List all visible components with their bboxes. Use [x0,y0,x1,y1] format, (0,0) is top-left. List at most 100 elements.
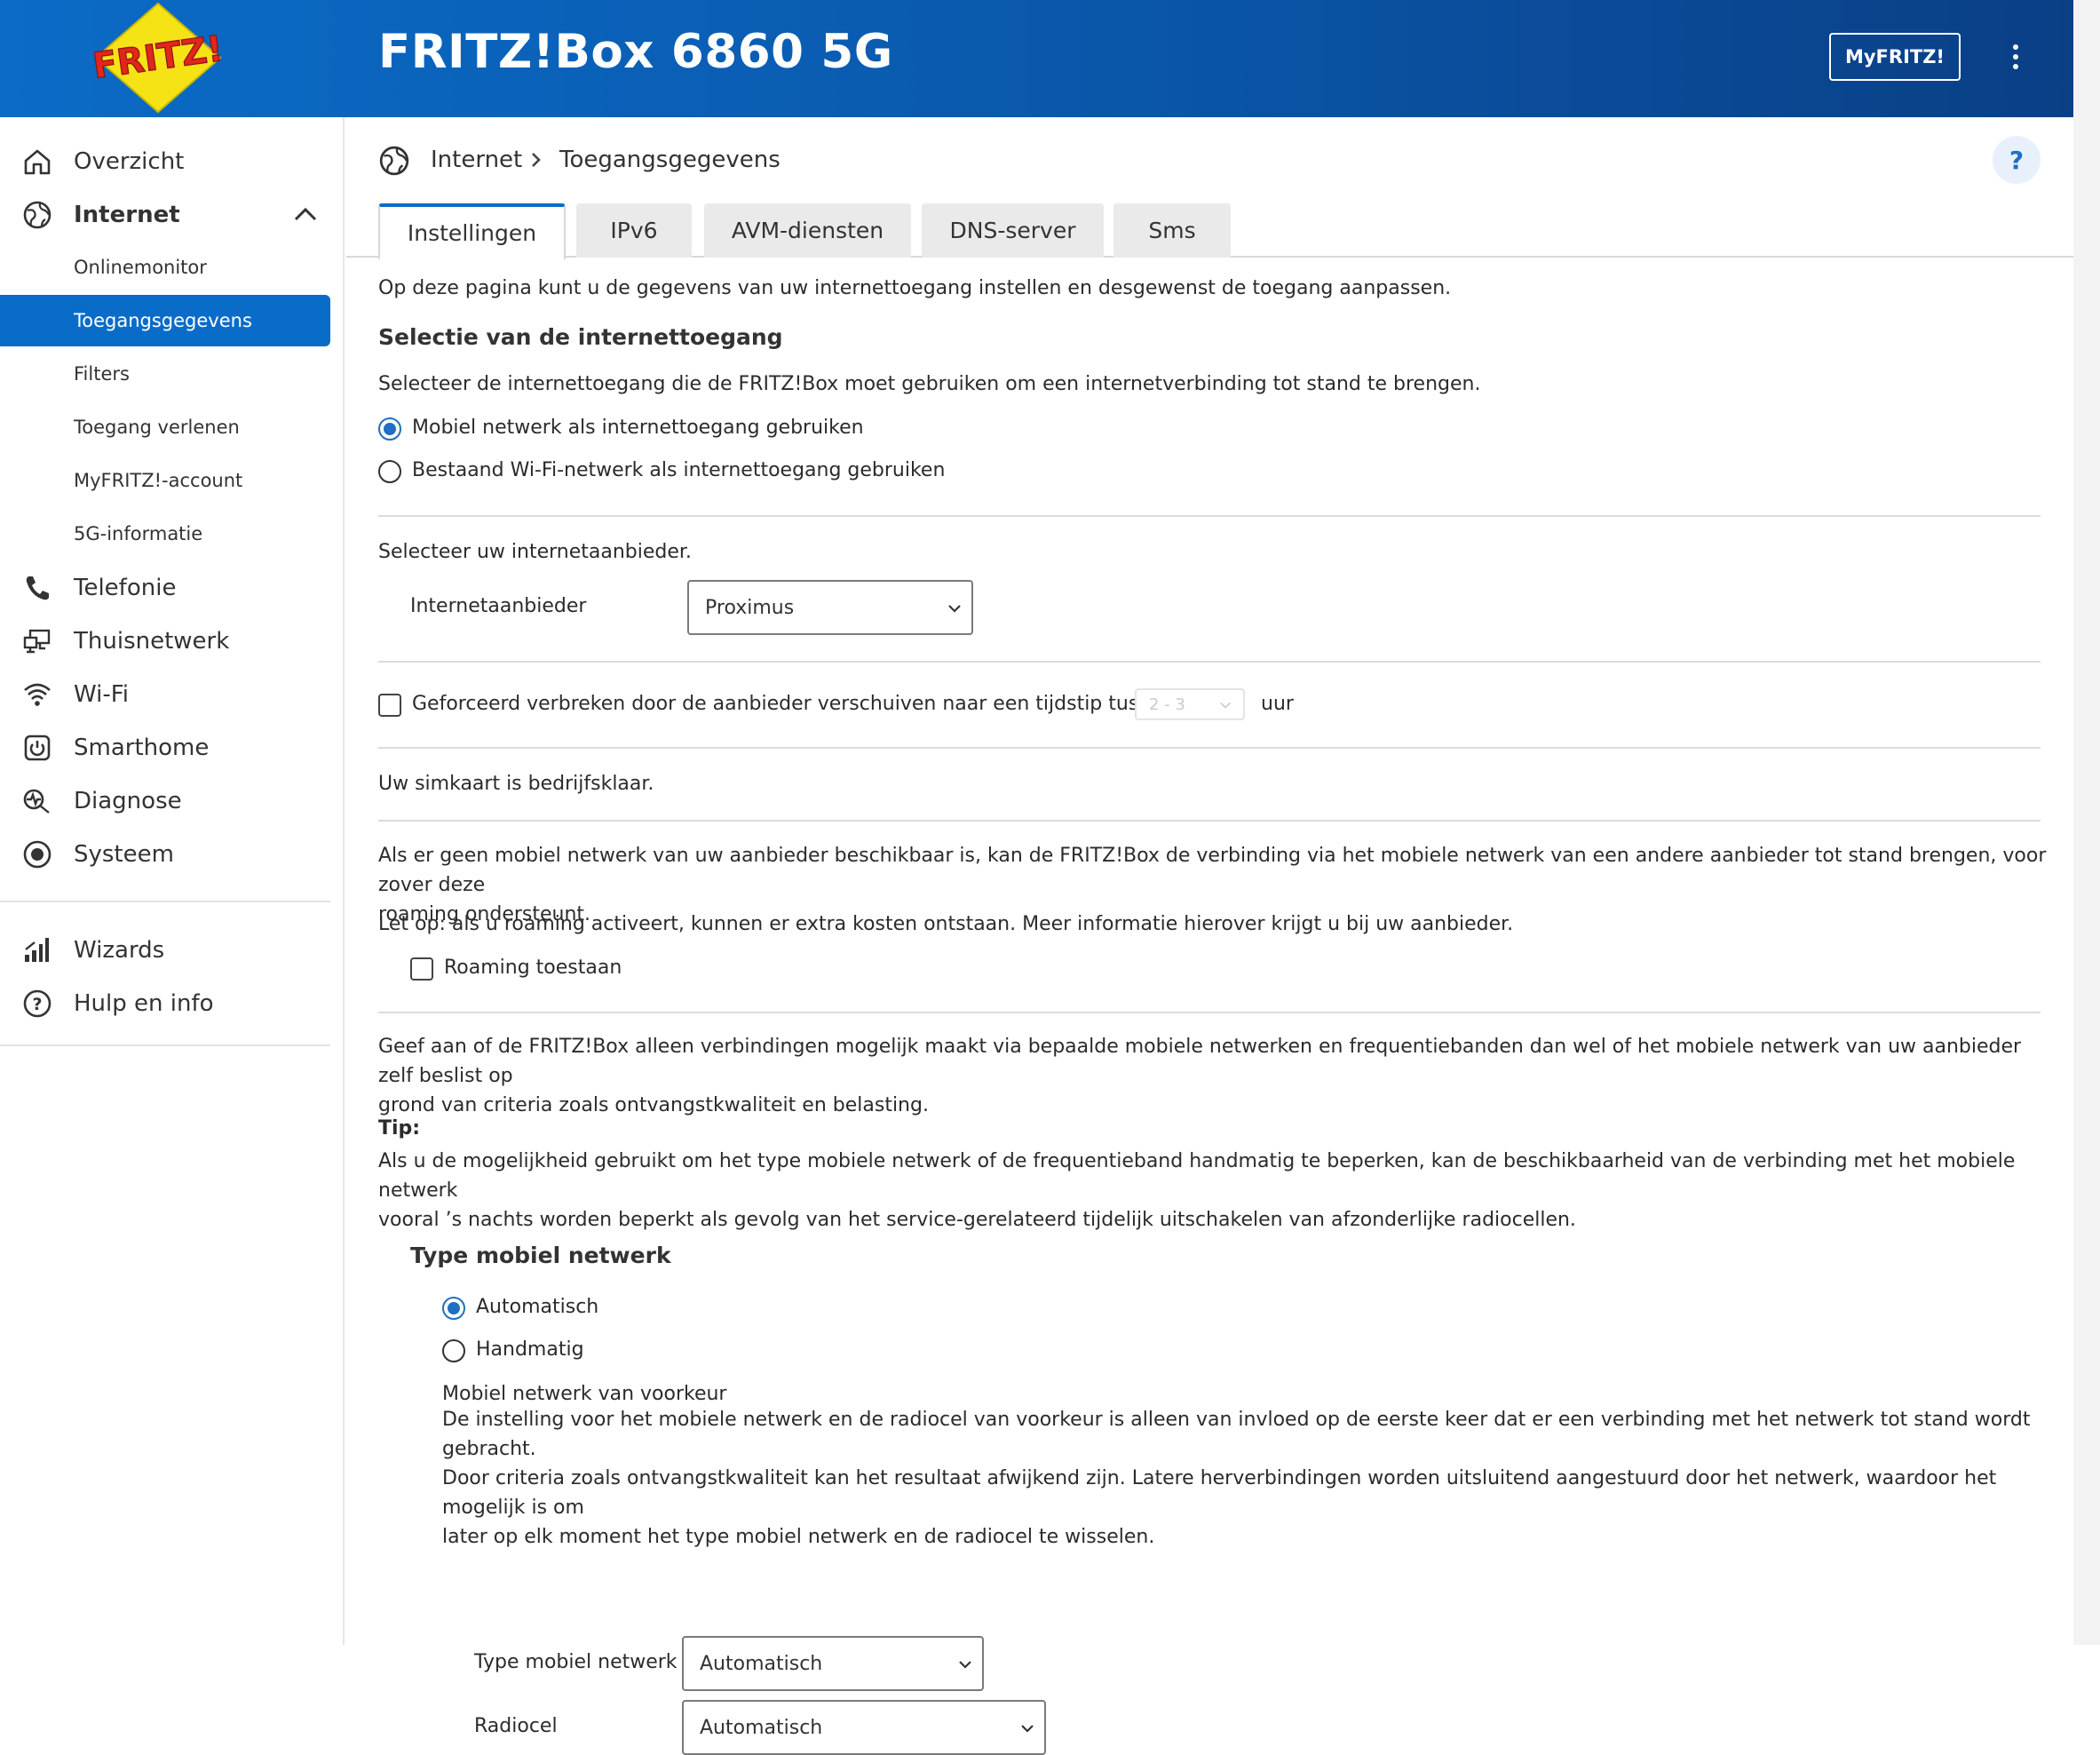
forced-disconnect-checkbox[interactable] [378,694,401,717]
sidebar-item-label: Wi-Fi [74,681,130,708]
help-button[interactable]: ? [1993,136,2041,184]
preferred-description-line: later op elk moment het type mobiel netw… [442,1526,1155,1548]
chevron-down-icon [957,1656,973,1672]
radio-network-manual-label[interactable]: Handmatig [476,1338,584,1361]
forced-disconnect-unit: uur [1261,693,1294,715]
forced-disconnect-label[interactable]: Geforceerd verbreken door de aanbieder v… [412,693,1173,715]
sidebar-item-hulp-en-info[interactable]: ? Hulp en info [0,977,345,1030]
radio-wifi-network-label[interactable]: Bestaand Wi-Fi-netwerk als internettoega… [412,459,945,481]
sidebar-item-overzicht[interactable]: Overzicht [0,135,345,188]
chevron-down-icon [947,600,963,615]
roaming-note: Let op: als u roaming activeert, kunnen … [378,913,1514,935]
tab-instellingen[interactable]: Instellingen [378,203,566,259]
intro-text: Op deze pagina kunt u de gegevens van uw… [378,277,1452,299]
sidebar-subitem-5g-informatie[interactable]: 5G-informatie [0,508,330,560]
provider-select[interactable]: Proximus [687,580,973,635]
forced-disconnect-time-value: 2 - 3 [1149,695,1185,714]
tip-text-line: vooral ’s nachts worden beperkt als gevo… [378,1209,1576,1231]
divider [378,820,2041,822]
sidebar-subitem-onlinemonitor[interactable]: Onlinemonitor [0,242,330,293]
tab-sms[interactable]: Sms [1113,203,1231,258]
divider [378,661,2041,663]
sidebar-item-diagnose[interactable]: Diagnose [0,774,345,828]
sidebar-item-label: Systeem [74,841,174,868]
divider [378,515,2041,517]
sidebar-item-label: Diagnose [74,788,182,814]
radio-mobile-network-label[interactable]: Mobiel netwerk als internettoegang gebru… [412,417,864,439]
diagnose-icon [21,785,53,817]
radio-wifi-network[interactable] [378,460,401,483]
myfritz-button[interactable]: MyFRITZ! [1829,33,1961,81]
sidebar-subitem-toegangsgegevens[interactable]: Toegangsgegevens [0,295,330,346]
sidebar-nav: Overzicht Internet Onlinemonitor Toegang… [0,117,345,1645]
breadcrumb-current-page: Toegangsgegevens [559,147,781,173]
sidebar-subitem-myfritz-account[interactable]: MyFRITZ!-account [0,455,330,506]
radio-mobile-network[interactable] [378,417,401,441]
sidebar-item-label: Overzicht [74,148,185,175]
tab-ipv6[interactable]: IPv6 [576,203,692,258]
sidebar-divider [0,1044,330,1046]
sim-status-text: Uw simkaart is bedrijfsklaar. [378,773,654,795]
preferred-network-heading: Mobiel netwerk van voorkeur [442,1383,727,1405]
network-icon [21,625,53,657]
breadcrumb-internet[interactable]: Internet [431,147,522,173]
home-icon [21,146,53,178]
chevron-down-icon [1019,1719,1035,1735]
sidebar-item-label: Hulp en info [74,990,214,1017]
sidebar-subitem-label: MyFRITZ!-account [74,470,243,491]
chevron-right-icon [529,147,543,179]
sidebar-item-label: Internet [74,202,180,228]
sidebar-item-smarthome[interactable]: Smarthome [0,721,345,774]
provider-label: Internetaanbieder [410,595,587,617]
network-type-select[interactable]: Automatisch [682,1636,984,1691]
radio-cell-select[interactable]: Automatisch [682,1700,1046,1755]
sidebar-subitem-label: Filters [74,363,130,385]
right-gutter [2073,0,2100,1645]
tip-text-line: Als u de mogelijkheid gebruikt om het ty… [378,1150,2016,1202]
help-circle-icon: ? [21,988,53,1020]
preferred-network-description: De instelling voor het mobiele netwerk e… [442,1405,2049,1552]
sidebar-item-label: Telefonie [74,575,177,601]
chevron-up-icon[interactable] [293,204,318,229]
divider [378,747,2041,749]
device-title: FRITZ!Box 6860 5G [378,25,893,79]
radio-cell-label: Radiocel [474,1715,558,1737]
sidebar-subitem-label: 5G-informatie [74,523,203,544]
globe-icon [21,199,53,231]
sidebar-item-telefonie[interactable]: Telefonie [0,561,345,615]
radio-network-automatic-label[interactable]: Automatisch [476,1296,598,1318]
sidebar-item-internet[interactable]: Internet [0,188,345,242]
sidebar-item-label: Smarthome [74,735,210,761]
sidebar-item-label: Thuisnetwerk [74,628,230,655]
sidebar-subitem-filters[interactable]: Filters [0,348,330,400]
sidebar-item-wizards[interactable]: Wizards [0,924,345,977]
provider-select-value: Proximus [705,596,795,619]
sidebar-subitem-toegang-verlenen[interactable]: Toegang verlenen [0,401,330,453]
more-menu-icon[interactable] [2002,39,2029,75]
svg-text:FRITZ!: FRITZ! [91,28,226,87]
roaming-label[interactable]: Roaming toestaan [444,957,622,979]
roaming-checkbox[interactable] [410,957,433,981]
chevron-down-icon [1218,698,1234,714]
fritz-logo[interactable]: FRITZ! [87,2,229,114]
tip-label: Tip: [378,1117,421,1140]
sidebar-subitem-label: Toegang verlenen [74,417,240,438]
bands-description-line: Geef aan of de FRITZ!Box alleen verbindi… [378,1036,2022,1087]
tab-dns-server[interactable]: DNS-server [922,203,1104,258]
phone-icon [21,572,53,604]
tab-avm-diensten[interactable]: AVM-diensten [704,203,911,258]
radio-network-automatic[interactable] [442,1297,465,1320]
sidebar-item-wifi[interactable]: Wi-Fi [0,668,345,721]
provider-prompt: Selecteer uw internetaanbieder. [378,541,692,563]
sidebar-item-systeem[interactable]: Systeem [0,828,345,881]
network-type-heading: Type mobiel netwerk [410,1243,671,1268]
forced-disconnect-time-select[interactable]: 2 - 3 [1135,688,1245,720]
access-description: Selecteer de internettoegang die de FRIT… [378,373,1481,395]
radio-network-manual[interactable] [442,1339,465,1362]
preferred-description-line: Door criteria zoals ontvangstkwaliteit k… [442,1467,1997,1519]
wifi-icon [21,679,53,711]
main-content: Internet Toegangsgegevens ? Instellingen… [346,117,2073,1755]
smarthome-icon [21,732,53,764]
svg-text:?: ? [32,995,42,1014]
sidebar-item-thuisnetwerk[interactable]: Thuisnetwerk [0,615,345,668]
